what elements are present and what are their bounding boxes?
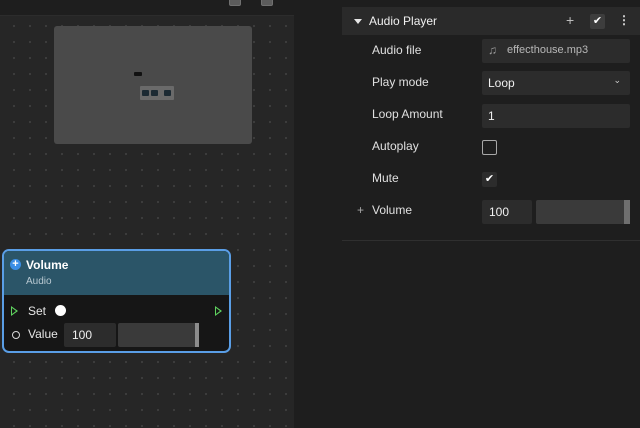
set-toggle-knob[interactable] xyxy=(55,305,66,316)
component-header[interactable]: Audio Player + ✔ ⋮ xyxy=(342,7,640,35)
volume-slider[interactable] xyxy=(536,200,630,224)
graph-toolbar xyxy=(0,0,294,16)
slider-thumb[interactable] xyxy=(624,200,630,224)
graph-canvas[interactable]: + Volume Audio Set Value 100 xyxy=(0,0,294,428)
inspector-panel: Audio Player + ✔ ⋮ Audio file ♫ effectho… xyxy=(342,0,640,428)
flow-output-port-icon[interactable] xyxy=(215,306,222,316)
play-mode-select[interactable]: Loop ⌄ xyxy=(482,71,630,95)
minimap-node xyxy=(134,72,142,76)
autoplay-label: Autoplay xyxy=(372,139,419,153)
panel-divider xyxy=(342,240,640,241)
node-value-input[interactable]: 100 xyxy=(64,323,116,347)
volume-label: Volume xyxy=(372,203,413,217)
audio-file-value: effecthouse.mp3 xyxy=(507,44,589,56)
loop-amount-input[interactable]: 1 xyxy=(482,104,630,128)
node-value-slider[interactable] xyxy=(118,323,199,347)
audio-file-field[interactable]: ♫ effecthouse.mp3 xyxy=(482,39,630,63)
music-note-icon: ♫ xyxy=(488,43,497,57)
panel-gutter xyxy=(294,0,342,428)
toolbar-button[interactable] xyxy=(229,0,241,6)
volume-input[interactable]: 100 xyxy=(482,200,532,224)
chevron-down-icon: ⌄ xyxy=(613,75,621,85)
more-icon[interactable]: ⋮ xyxy=(618,13,630,27)
loop-amount-label: Loop Amount xyxy=(372,107,443,121)
flow-input-port-icon[interactable] xyxy=(11,306,18,316)
play-mode-label: Play mode xyxy=(372,75,429,89)
volume-node[interactable]: + Volume Audio Set Value 100 xyxy=(2,249,231,353)
add-icon[interactable]: + xyxy=(566,12,574,28)
value-input-port-icon[interactable] xyxy=(12,331,20,339)
node-subtitle: Audio xyxy=(26,276,52,287)
node-header[interactable]: + Volume Audio xyxy=(4,251,229,295)
add-keyframe-icon[interactable]: + xyxy=(357,203,364,217)
node-add-icon: + xyxy=(10,259,21,270)
graph-minimap[interactable] xyxy=(54,26,252,144)
node-body: Set Value 100 xyxy=(4,295,229,351)
play-mode-value: Loop xyxy=(488,76,515,90)
mute-label: Mute xyxy=(372,171,399,185)
value-label: Value xyxy=(28,327,58,341)
autoplay-checkbox[interactable] xyxy=(482,140,497,155)
toolbar-button[interactable] xyxy=(261,0,273,6)
set-label: Set xyxy=(28,304,47,318)
slider-thumb[interactable] xyxy=(195,323,199,347)
collapse-caret-icon[interactable] xyxy=(354,19,362,24)
component-title: Audio Player xyxy=(369,14,438,28)
mute-checkbox[interactable]: ✔ xyxy=(482,172,497,187)
audio-file-label: Audio file xyxy=(372,43,422,57)
check-icon[interactable]: ✔ xyxy=(590,14,605,29)
node-title: Volume xyxy=(26,258,69,272)
minimap-node xyxy=(140,86,174,100)
